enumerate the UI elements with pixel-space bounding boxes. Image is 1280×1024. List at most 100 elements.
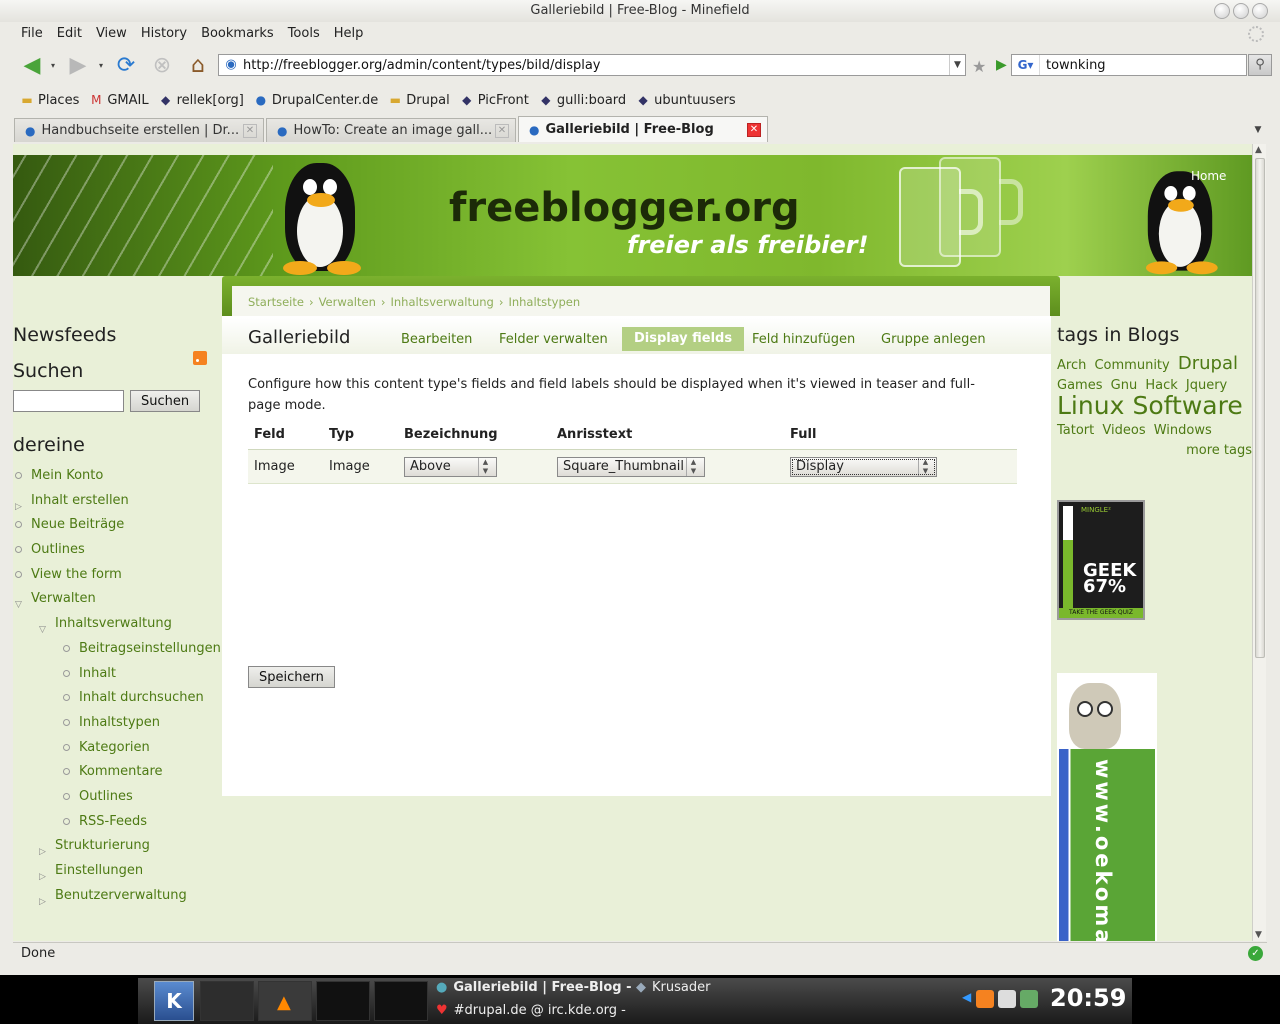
reload-button[interactable]: ⟳ <box>112 52 140 78</box>
close-tab-icon[interactable]: ✕ <box>747 122 761 137</box>
tab-gruppe-anlegen[interactable]: Gruppe anlegen <box>881 332 986 347</box>
desktop-pager-1[interactable] <box>200 981 254 1021</box>
scroll-down-icon[interactable]: ▼ <box>1255 930 1262 940</box>
kde-menu-button[interactable]: K <box>154 981 194 1021</box>
menu-item[interactable]: ▷ Einstellungen <box>13 859 218 884</box>
sidebar-search-input[interactable] <box>13 390 124 412</box>
search-bar[interactable]: G▾ <box>1011 54 1247 76</box>
menu-item[interactable]: Kategorien <box>13 736 218 761</box>
more-tags-link[interactable]: more tags <box>1057 443 1252 458</box>
task-krusader[interactable]: ◆ Krusader <box>636 980 710 995</box>
oekoman-banner-ad[interactable]: www.oekoman.d <box>1057 673 1157 941</box>
go-button[interactable]: ▶ <box>996 57 1007 73</box>
forward-button[interactable]: ▶ <box>64 52 92 78</box>
menu-bookmarks[interactable]: Bookmarks <box>194 24 281 44</box>
tab-bearbeiten[interactable]: Bearbeiten <box>401 332 472 347</box>
menu-item[interactable]: Neue Beiträge <box>13 513 218 538</box>
site-name[interactable]: freeblogger.org <box>449 185 800 231</box>
tray-collapse-icon[interactable]: ◀ <box>962 990 972 1008</box>
bookmark-item[interactable]: M GMAIL <box>89 90 148 110</box>
label-position-select[interactable]: Above ▲ ▼ <box>404 456 497 477</box>
bookmark-item[interactable]: ◆ gulli:board <box>539 90 626 110</box>
kopete-icon[interactable] <box>1020 990 1038 1008</box>
scrollbar-thumb[interactable] <box>1255 158 1265 658</box>
rss-tray-icon[interactable] <box>976 990 994 1008</box>
menu-item[interactable]: Kommentare <box>13 760 218 785</box>
scroll-up-icon[interactable]: ▲ <box>1255 145 1262 155</box>
tag-link[interactable]: Software <box>1133 391 1243 420</box>
tab-list-dropdown[interactable]: ▼ <box>1250 120 1266 140</box>
back-history-dropdown[interactable]: ▾ <box>46 52 60 78</box>
tag-link[interactable]: Arch <box>1057 358 1086 373</box>
close-window-button[interactable] <box>1252 3 1268 19</box>
bookmark-item[interactable]: ◆ PicFront <box>460 90 529 110</box>
breadcrumb-link[interactable]: Inhaltstypen <box>508 295 580 309</box>
menu-edit[interactable]: Edit <box>50 24 89 44</box>
teaser-format-select[interactable]: Square_Thumbnail ▲ ▼ <box>557 456 705 477</box>
home-button[interactable]: ⌂ <box>184 52 212 78</box>
stop-button[interactable]: ⊗ <box>148 52 176 78</box>
full-format-select[interactable]: Display ▲ ▼ <box>790 456 937 477</box>
task-firefox[interactable]: ● Galleriebild | Free-Blog - <box>436 980 632 995</box>
tab-0[interactable]: ● Handbuchseite erstellen | Dr... ✕ <box>14 118 264 142</box>
bookmark-item[interactable]: ◆ rellek[org] <box>159 90 244 110</box>
desktop-pager-4[interactable] <box>374 981 428 1021</box>
url-input[interactable] <box>243 57 923 73</box>
menu-item[interactable]: Outlines <box>13 785 218 810</box>
bookmark-item[interactable]: ▬ Drupal <box>388 90 450 110</box>
tag-link[interactable]: Drupal <box>1178 353 1238 374</box>
menu-item[interactable]: ▷ Strukturierung <box>13 834 218 859</box>
clipboard-icon[interactable] <box>998 990 1016 1008</box>
tag-link[interactable]: Tatort <box>1057 423 1094 438</box>
bookmark-item[interactable]: ● DrupalCenter.de <box>254 90 379 110</box>
menu-item[interactable]: Inhaltstypen <box>13 711 218 736</box>
forward-history-dropdown[interactable]: ▾ <box>94 52 108 78</box>
menu-history[interactable]: History <box>134 24 194 44</box>
tab-feld-hinzufuegen[interactable]: Feld hinzufügen <box>752 332 855 347</box>
google-icon[interactable]: G▾ <box>1012 55 1040 75</box>
menu-item[interactable]: ▷ Benutzerverwaltung <box>13 884 218 909</box>
menu-item[interactable]: View the form <box>13 563 218 588</box>
sidebar-search-button[interactable]: Suchen <box>130 390 201 412</box>
breadcrumb-link[interactable]: Verwalten <box>319 295 376 309</box>
url-history-dropdown[interactable]: ▼ <box>949 55 965 75</box>
tag-link[interactable]: Windows <box>1154 423 1212 438</box>
menu-file[interactable]: File <box>14 24 50 44</box>
menu-item[interactable]: Outlines <box>13 538 218 563</box>
bookmark-item[interactable]: ▬ Places <box>20 90 79 110</box>
tab-1[interactable]: ● HowTo: Create an image gall... ✕ <box>266 118 516 142</box>
search-go-button[interactable]: ⚲ <box>1248 54 1272 76</box>
tab-display-fields[interactable]: Display fields <box>622 327 745 351</box>
menu-help[interactable]: Help <box>327 24 371 44</box>
menu-item[interactable]: ▷ Inhalt erstellen <box>13 489 218 514</box>
home-link[interactable]: Home <box>1191 169 1226 183</box>
menu-tools[interactable]: Tools <box>281 24 327 44</box>
menu-item[interactable]: Inhalt durchsuchen <box>13 686 218 711</box>
desktop-pager-3[interactable] <box>316 981 370 1021</box>
breadcrumb-link[interactable]: Inhaltsverwaltung <box>390 295 493 309</box>
menu-item[interactable]: RSS-Feeds <box>13 810 218 835</box>
menu-item[interactable]: ▽ Verwalten <box>13 587 218 612</box>
geek-quiz-badge[interactable]: MINGLE² GEEK 67% TAKE THE GEEK QUIZ <box>1057 500 1145 620</box>
minimize-button[interactable] <box>1214 3 1230 19</box>
desktop-pager-2[interactable]: ▲ <box>258 981 312 1021</box>
search-input[interactable] <box>1040 57 1230 73</box>
close-tab-icon[interactable]: ✕ <box>243 123 257 138</box>
save-button[interactable]: Speichern <box>248 666 335 688</box>
vertical-scrollbar[interactable]: ▲ ▼ <box>1252 144 1266 941</box>
back-button[interactable]: ◀ <box>18 52 46 78</box>
tag-link[interactable]: Linux <box>1057 391 1124 420</box>
url-bar[interactable]: ◉ ▼ <box>218 54 966 76</box>
tag-link[interactable]: Community <box>1094 358 1169 373</box>
tab-felder-verwalten[interactable]: Felder verwalten <box>499 332 608 347</box>
menu-item[interactable]: Inhalt <box>13 662 218 687</box>
menu-item[interactable]: Mein Konto <box>13 464 218 489</box>
breadcrumb-link[interactable]: Startseite <box>248 295 304 309</box>
tab-2[interactable]: ● Galleriebild | Free-Blog ✕ <box>518 116 768 142</box>
task-irc[interactable]: ♥ #drupal.de @ irc.kde.org - <box>436 1003 626 1018</box>
menu-item[interactable]: Beitragseinstellungen <box>13 637 221 662</box>
close-tab-icon[interactable]: ✕ <box>495 123 509 138</box>
maximize-button[interactable] <box>1233 3 1249 19</box>
menu-view[interactable]: View <box>89 24 134 44</box>
rss-feed-icon[interactable] <box>193 351 207 365</box>
